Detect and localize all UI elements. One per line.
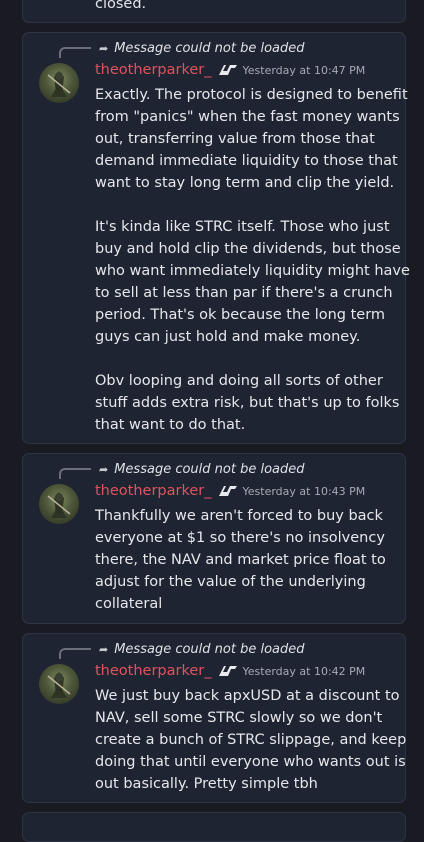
line: We just buy back apxUSD at a discount to bbox=[95, 688, 400, 704]
message-header: theotherparker_ Yesterday at 10:43 PM bbox=[95, 483, 365, 499]
reply-reference-text: Message could not be loaded bbox=[114, 462, 305, 477]
reply-reference[interactable]: ➦ Message could not be loaded bbox=[99, 642, 305, 657]
message-body: We just buy back apxUSD at a discount to… bbox=[95, 685, 407, 795]
username[interactable]: theotherparker_ bbox=[95, 483, 212, 499]
username[interactable]: theotherparker_ bbox=[95, 663, 212, 679]
line: period. That's ok because the long term bbox=[95, 307, 386, 323]
previous-message-card[interactable]: closed. bbox=[22, 0, 406, 23]
reply-reference[interactable]: ➦ Message could not be loaded bbox=[99, 462, 305, 477]
previous-message-text: closed. bbox=[95, 0, 147, 12]
line: doing that until everyone who wants out … bbox=[95, 754, 406, 770]
line: guys can just hold and make money. bbox=[95, 329, 361, 345]
reply-connector bbox=[59, 47, 91, 58]
username[interactable]: theotherparker_ bbox=[95, 62, 212, 78]
timestamp[interactable]: Yesterday at 10:43 PM bbox=[243, 485, 366, 498]
reply-connector bbox=[59, 468, 91, 479]
line: Exactly. The protocol is designed to ben… bbox=[95, 87, 408, 103]
reply-reference-text: Message could not be loaded bbox=[114, 642, 305, 657]
message-header: theotherparker_ Yesterday at 10:47 PM bbox=[95, 62, 365, 78]
message-card[interactable]: ➦ Message could not be loaded theotherpa… bbox=[22, 633, 406, 803]
next-message-card[interactable] bbox=[22, 812, 406, 842]
message-header: theotherparker_ Yesterday at 10:42 PM bbox=[95, 663, 365, 679]
reply-arrow-icon: ➦ bbox=[99, 643, 109, 656]
avatar[interactable] bbox=[39, 664, 79, 704]
line: adjust for the value of the underlying bbox=[95, 574, 366, 590]
reply-reference[interactable]: ➦ Message could not be loaded bbox=[99, 41, 305, 56]
line: It's kinda like STRC itself. Those who j… bbox=[95, 219, 390, 235]
line: collateral bbox=[95, 596, 163, 612]
guild-tag-icon bbox=[218, 665, 238, 677]
line: NAV, sell some STRC slowly so we don't bbox=[95, 710, 383, 726]
line: everyone at $1 so there's no insolvency bbox=[95, 530, 385, 546]
avatar[interactable] bbox=[39, 484, 79, 524]
reply-arrow-icon: ➦ bbox=[99, 42, 109, 55]
message-card[interactable]: ➦ Message could not be loaded theotherpa… bbox=[22, 453, 406, 624]
guild-tag-icon bbox=[218, 64, 238, 76]
guild-tag-icon bbox=[218, 485, 238, 497]
reply-reference-text: Message could not be loaded bbox=[114, 41, 305, 56]
message-body: Exactly. The protocol is designed to ben… bbox=[95, 84, 410, 436]
avatar[interactable] bbox=[39, 63, 79, 103]
line: stuff adds extra risk, but that's up to … bbox=[95, 395, 400, 411]
timestamp[interactable]: Yesterday at 10:42 PM bbox=[243, 665, 366, 678]
line: who want immediately liquidity might hav… bbox=[95, 263, 410, 279]
line: that want to do that. bbox=[95, 417, 246, 433]
line: create a bunch of STRC slippage, and kee… bbox=[95, 732, 407, 748]
line: there, the NAV and market price float to bbox=[95, 552, 386, 568]
line: out, transferring value from those that bbox=[95, 131, 375, 147]
line: to sell at less than par if there's a cr… bbox=[95, 285, 393, 301]
line: Obv looping and doing all sorts of other bbox=[95, 373, 383, 389]
line: want to stay long term and clip the yiel… bbox=[95, 175, 395, 191]
timestamp[interactable]: Yesterday at 10:47 PM bbox=[243, 64, 366, 77]
line: out basically. Pretty simple tbh bbox=[95, 776, 318, 792]
line: buy and hold clip the dividends, but tho… bbox=[95, 241, 401, 257]
line: from "panics" when the fast money wants bbox=[95, 109, 400, 125]
reply-arrow-icon: ➦ bbox=[99, 463, 109, 476]
message-body: Thankfully we aren't forced to buy back … bbox=[95, 505, 395, 615]
line: Thankfully we aren't forced to buy back bbox=[95, 508, 383, 524]
message-card[interactable]: ➦ Message could not be loaded theotherpa… bbox=[22, 32, 410, 444]
reply-connector bbox=[59, 648, 91, 659]
line: demand immediate liquidity to those that bbox=[95, 153, 398, 169]
